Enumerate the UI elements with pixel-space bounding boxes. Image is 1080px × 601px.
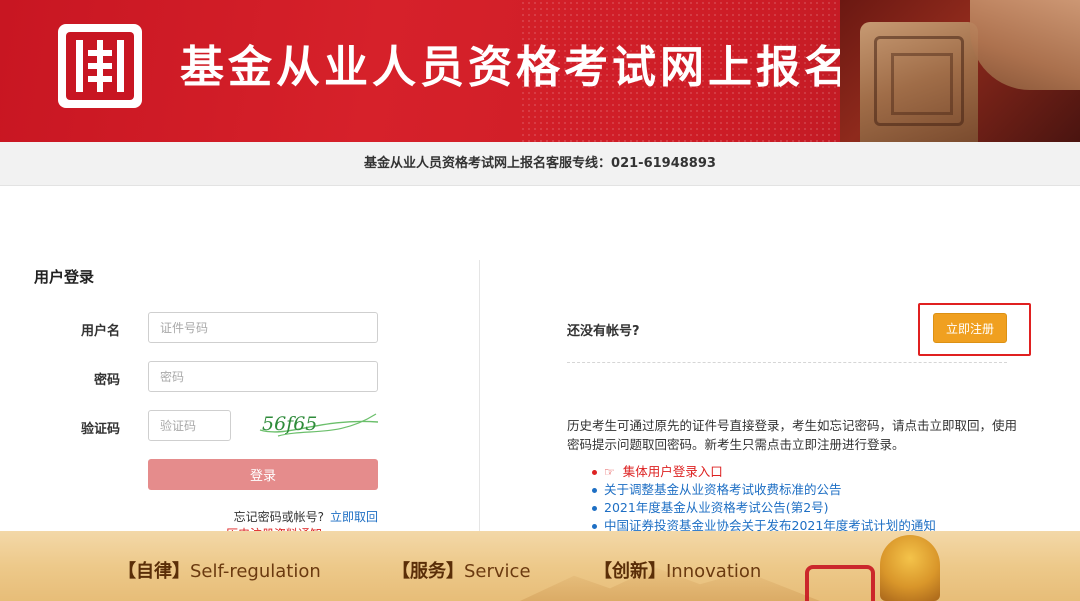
header-banner: 基金从业人员资格考试网上报名: [0, 0, 1080, 142]
list-item: 2021年度基金从业资格考试公告(第2号): [590, 499, 1030, 517]
notice-link[interactable]: 2021年度基金从业资格考试公告(第2号): [604, 500, 829, 515]
register-button[interactable]: 立即注册: [933, 313, 1007, 343]
password-label: 密码: [93, 373, 120, 388]
dashed-divider: [567, 362, 1007, 363]
retrieve-link[interactable]: 立即取回: [330, 510, 378, 524]
list-item: ☞ 集体用户登录入口: [590, 463, 1030, 481]
no-account-text: 还没有帐号?: [567, 324, 640, 339]
seal-stone-icon: [860, 22, 978, 142]
footer-logo-icon: [805, 565, 875, 601]
seal-photo: [840, 0, 1080, 142]
logo-icon: [58, 24, 142, 108]
slogan-self-regulation: 【自律】Self-regulation: [118, 561, 321, 582]
password-input[interactable]: [148, 361, 378, 392]
hand-pointer-icon: ☞: [604, 465, 615, 479]
notice-link[interactable]: 关于调整基金从业资格考试收费标准的公告: [604, 482, 842, 497]
section-divider: [479, 260, 480, 532]
captcha-text: 56f65: [262, 413, 317, 435]
login-title: 用户登录: [34, 268, 95, 286]
username-input[interactable]: [148, 312, 378, 343]
group-login-link[interactable]: 集体用户登录入口: [623, 464, 723, 479]
footer-banner: 【自律】Self-regulation 【服务】Service 【创新】Inno…: [0, 531, 1080, 601]
forgot-text: 忘记密码或帐号?: [233, 510, 324, 524]
login-button[interactable]: 登录: [148, 459, 378, 490]
slogan-service: 【服务】Service: [392, 561, 531, 582]
captcha-label: 验证码: [80, 422, 120, 437]
list-item: 关于调整基金从业资格考试收费标准的公告: [590, 481, 1030, 499]
service-hotline: 基金从业人员资格考试网上报名客服专线：021-61948893: [0, 142, 1080, 186]
captcha-image[interactable]: 56f65: [258, 408, 380, 442]
slogan-innovation: 【创新】Innovation: [594, 561, 762, 582]
golden-seal-icon: [880, 535, 940, 601]
captcha-input[interactable]: [148, 410, 231, 441]
info-text: 历史考生可通过原先的证件号直接登录，考生如忘记密码，请点击立即取回，使用密码提示…: [567, 418, 1018, 452]
hand-image: [970, 0, 1080, 90]
forgot-row: 忘记密码或帐号? 立即取回: [148, 508, 378, 525]
username-label: 用户名: [80, 324, 120, 339]
notice-list: ☞ 集体用户登录入口 关于调整基金从业资格考试收费标准的公告 2021年度基金从业…: [590, 463, 1030, 535]
site-title: 基金从业人员资格考试网上报名: [180, 42, 852, 93]
